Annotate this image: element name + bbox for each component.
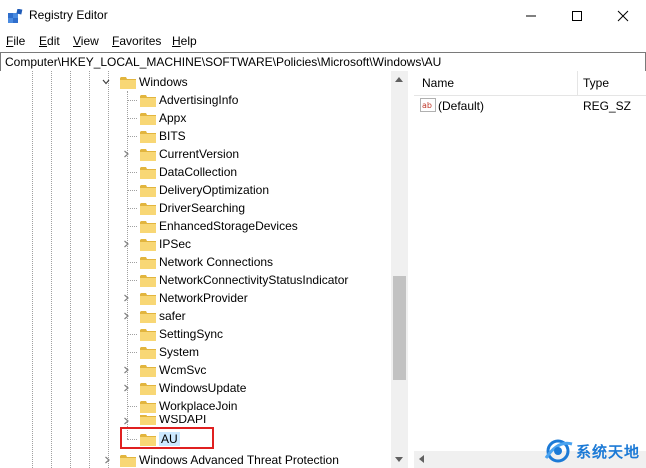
value-type: REG_SZ [583,99,632,113]
close-icon [617,10,629,22]
menu-view[interactable]: View [73,34,99,48]
folder-icon [140,364,156,377]
folder-icon [140,130,156,143]
tree-node-ipsec[interactable]: IPSec [121,235,191,253]
chevron-right-icon[interactable] [122,150,130,158]
column-separator[interactable] [577,71,578,95]
svg-text:ab: ab [422,101,432,110]
chevron-right-icon[interactable] [122,384,130,392]
chevron-down-icon[interactable] [102,78,110,86]
folder-icon [120,76,136,89]
maximize-button[interactable] [554,0,600,32]
folder-icon [140,238,156,251]
close-button[interactable] [600,0,646,32]
tree-node-driversearching[interactable]: DriverSearching [121,199,245,217]
tree-node-currentversion[interactable]: CurrentVersion [121,145,239,163]
folder-icon [140,202,156,215]
folder-icon [140,274,156,287]
column-header-type[interactable]: Type [583,71,646,96]
tree-node-advertisinginfo[interactable]: AdvertisingInfo [121,91,238,109]
folder-icon [140,148,156,161]
chevron-right-icon[interactable] [103,456,111,464]
tree-node-windows-advanced-threat-protection[interactable]: Windows Advanced Threat Protection [102,451,339,468]
folder-icon [120,454,136,467]
folder-icon [140,328,156,341]
tree-guide-line [51,71,52,468]
tree-node-datacollection[interactable]: DataCollection [121,163,237,181]
chevron-right-icon[interactable] [122,294,130,302]
chevron-right-icon[interactable] [122,366,130,374]
values-list-pane[interactable]: Name Type ab (Default) REG_SZ [414,71,646,468]
folder-icon [140,292,156,305]
tree-guide-line [32,71,33,468]
folder-icon [140,400,156,413]
key-tree-pane[interactable]: Windows AdvertisingInfo Appx BITS Curren… [0,71,408,468]
chevron-right-icon[interactable] [122,312,130,320]
tree-node-settingsync[interactable]: SettingSync [121,325,223,343]
window-title: Registry Editor [29,8,108,22]
scroll-up-arrow-icon[interactable] [395,77,403,82]
folder-icon [140,256,156,269]
tree-node-networkconnectivitystatusindicator[interactable]: NetworkConnectivityStatusIndicator [121,271,348,289]
menu-favorites[interactable]: Favorites [112,34,161,48]
annotation-highlight-box [120,427,214,449]
folder-icon [140,112,156,125]
menu-file[interactable]: File [6,34,25,48]
chevron-right-icon[interactable] [122,240,130,248]
watermark-text: 系统天地 [576,444,641,461]
minimize-icon [526,15,536,17]
tree-guide-line [70,71,71,468]
folder-icon [140,415,156,425]
tree-node-networkprovider[interactable]: NetworkProvider [121,289,248,307]
title-bar[interactable]: Registry Editor [0,0,646,32]
folder-icon [140,346,156,359]
folder-icon [140,166,156,179]
tree-vertical-scrollbar[interactable] [391,71,408,468]
watermark-logo-icon [544,439,573,463]
value-name: (Default) [438,99,485,113]
address-bar[interactable]: Computer\HKEY_LOCAL_MACHINE\SOFTWARE\Pol… [0,52,646,72]
tree-node-windows[interactable]: Windows [102,73,188,91]
tree-node-system[interactable]: System [121,343,199,361]
tree-node-network-connections[interactable]: Network Connections [121,253,273,271]
tree-node-wcmsvc[interactable]: WcmSvc [121,361,206,379]
string-value-icon: ab [420,98,436,112]
tree-node-bits[interactable]: BITS [121,127,186,145]
registry-editor-app-icon [8,9,23,23]
menu-help[interactable]: Help [172,34,197,48]
chevron-right-icon[interactable] [122,417,130,425]
maximize-icon [572,11,582,21]
scroll-down-arrow-icon[interactable] [395,457,403,462]
tree-node-windowsupdate[interactable]: WindowsUpdate [121,379,246,397]
folder-icon [140,184,156,197]
tree-guide-line [108,71,109,468]
scrollbar-thumb[interactable] [393,276,406,380]
column-header-name[interactable]: Name [422,71,577,96]
folder-icon [140,382,156,395]
tree-node-enhancedstoragedevices[interactable]: EnhancedStorageDevices [121,217,298,235]
tree-node-safer[interactable]: safer [121,307,186,325]
folder-icon [140,94,156,107]
tree-node-wsdapi[interactable]: WSDAPI [121,415,206,425]
folder-icon [140,310,156,323]
watermark: 系统天地 [540,434,646,468]
minimize-button[interactable] [508,0,554,32]
address-path[interactable]: Computer\HKEY_LOCAL_MACHINE\SOFTWARE\Pol… [5,55,441,69]
menu-bar: File Edit View Favorites Help [0,32,646,52]
tree-guide-line [89,71,90,468]
tree-node-workplacejoin[interactable]: WorkplaceJoin [121,397,237,415]
tree-node-deliveryoptimization[interactable]: DeliveryOptimization [121,181,269,199]
scroll-left-arrow-icon[interactable] [419,455,424,463]
folder-icon [140,220,156,233]
value-row[interactable]: ab (Default) REG_SZ [414,97,646,115]
tree-node-appx[interactable]: Appx [121,109,186,127]
menu-edit[interactable]: Edit [39,34,60,48]
